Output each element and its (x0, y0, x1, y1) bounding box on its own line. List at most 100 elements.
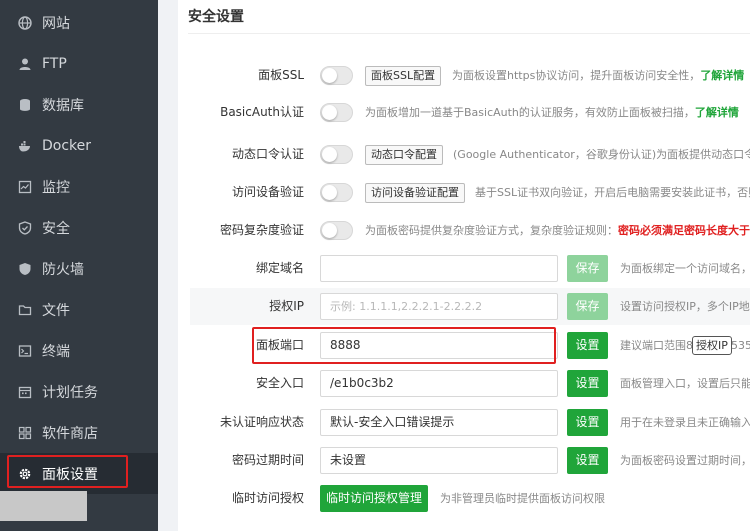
password-complexity-toggle[interactable] (320, 221, 353, 240)
setting-desc: 基于SSL证书双向验证，开启后电脑需要安装此证书，否则 (475, 186, 750, 199)
database-icon (18, 98, 32, 112)
gear-icon (18, 467, 32, 481)
authorized-ip-save-button[interactable]: 保存 (567, 293, 608, 320)
complexity-rule-warning: 密码必须满足密码长度大于8 (618, 224, 750, 237)
panel-port-input[interactable]: 8888 (320, 332, 558, 359)
sidebar-item-ftp[interactable]: FTP (0, 43, 158, 84)
bind-domain-save-button[interactable]: 保存 (567, 255, 608, 282)
sidebar-item-label: 网站 (42, 15, 70, 32)
globe-icon (18, 15, 32, 30)
setting-row-panel-port: 面板端口 8888 设置 建议端口范围8 授权IP 535 (190, 327, 750, 364)
sidebar-item-firewall[interactable]: 防火墙 (0, 248, 158, 289)
sidebar-item-panel-settings[interactable]: 面板设置 (0, 453, 158, 494)
sidebar-item-security[interactable]: 安全 (0, 207, 158, 248)
sidebar-footer-block (0, 491, 87, 521)
setting-label: 安全入口 (255, 376, 304, 390)
device-verify-toggle[interactable] (320, 183, 353, 202)
setting-label: 面板SSL (258, 68, 304, 82)
docker-icon (18, 139, 32, 153)
sidebar-item-label: 防火墙 (42, 261, 84, 278)
shield-icon (18, 220, 32, 235)
sidebar-item-label: 监控 (42, 179, 70, 196)
unauth-response-select[interactable]: 默认-安全入口错误提示 (320, 409, 558, 436)
device-verify-config-button[interactable]: 访问设备验证配置 (365, 183, 465, 203)
setting-row-basicauth: BasicAuth认证 为面板增加一道基于BasicAuth的认证服务，有效防止… (190, 94, 750, 131)
setting-row-ssl: 面板SSL 面板SSL配置 为面板设置https协议访问，提升面板访问安全性，了… (190, 57, 750, 94)
sidebar-item-cron[interactable]: 计划任务 (0, 371, 158, 412)
authorized-ip-input[interactable]: 示例: 1.1.1.1,2.2.2.1-2.2.2.2 (320, 293, 558, 320)
setting-desc: 设置访问授权IP，多个IP地址 (620, 300, 750, 313)
title-divider (188, 33, 750, 34)
setting-desc: (Google Authenticator，谷歌身份认证)为面板提供动态口令 (453, 148, 750, 161)
temp-auth-manage-button[interactable]: 临时访问授权管理 (320, 485, 428, 512)
terminal-icon (18, 344, 32, 358)
setting-row-unauth-response: 未认证响应状态 默认-安全入口错误提示 设置 用于在未登录且未正确输入 (190, 404, 750, 441)
setting-desc: 为面板设置https协议访问，提升面板访问安全性，了解详情 (452, 69, 745, 82)
setting-label: 动态口令认证 (231, 147, 304, 161)
setting-label: 密码过期时间 (231, 453, 304, 467)
setting-label: 绑定域名 (255, 261, 304, 275)
password-expire-input[interactable]: 未设置 (320, 447, 558, 474)
setting-desc: 为面板密码设置过期时间， (620, 454, 750, 467)
setting-desc: 为面板密码提供复杂度验证方式，复杂度验证规则：密码必须满足密码长度大于8 (365, 212, 750, 249)
sidebar-item-label: 数据库 (42, 97, 84, 114)
ssl-config-button[interactable]: 面板SSL配置 (365, 66, 442, 86)
security-entrance-set-button[interactable]: 设置 (567, 370, 608, 397)
setting-row-security-entrance: 安全入口 /e1b0c3b2 设置 面板管理入口，设置后只能 (190, 365, 750, 402)
unauth-response-set-button[interactable]: 设置 (567, 409, 608, 436)
sidebar-item-label: 终端 (42, 343, 70, 360)
setting-desc: 为非管理员临时提供面板访问权限 (440, 492, 605, 505)
sidebar-item-website[interactable]: 网站 (0, 2, 158, 43)
setting-desc: 为面板增加一道基于BasicAuth的认证服务，有效防止面板被扫描，了解详情 (365, 106, 739, 119)
monitor-icon (18, 180, 32, 194)
panel-port-set-button[interactable]: 设置 (567, 332, 608, 359)
setting-row-device-verify: 访问设备验证 访问设备验证配置 基于SSL证书双向验证，开启后电脑需要安装此证书… (190, 174, 750, 211)
sidebar-item-label: Docker (42, 137, 92, 154)
setting-desc: 建议端口范围8 (620, 339, 693, 352)
setting-row-totp: 动态口令认证 动态口令配置 (Google Authenticator，谷歌身份… (190, 136, 750, 173)
folder-icon (18, 303, 32, 317)
bind-domain-input[interactable] (320, 255, 558, 282)
setting-row-temp-auth: 临时访问授权 临时访问授权管理 为非管理员临时提供面板访问权限 (190, 480, 750, 517)
setting-label: 密码复杂度验证 (219, 223, 304, 237)
sidebar: 网站 FTP 数据库 Docker 监控 安全 防火墙 文件 终端 计划任务 软… (0, 0, 158, 531)
totp-config-button[interactable]: 动态口令配置 (365, 145, 443, 165)
user-icon (18, 57, 32, 71)
sidebar-item-label: 软件商店 (42, 425, 98, 442)
grid-icon (18, 426, 32, 440)
calendar-icon (18, 385, 32, 399)
setting-label: 授权IP (269, 299, 304, 313)
sidebar-item-label: 文件 (42, 302, 70, 319)
sidebar-item-docker[interactable]: Docker (0, 125, 158, 166)
page-title: 安全设置 (188, 9, 244, 25)
security-settings-panel: 安全设置 面板SSL 面板SSL配置 为面板设置https协议访问，提升面板访问… (178, 0, 750, 531)
sidebar-item-terminal[interactable]: 终端 (0, 330, 158, 371)
setting-desc-tail: 535 (731, 339, 750, 352)
setting-label: 面板端口 (255, 338, 304, 352)
setting-label: 访问设备验证 (231, 185, 304, 199)
sidebar-item-label: 面板设置 (42, 466, 98, 483)
setting-desc: 为面板绑定一个访问域名， (620, 262, 750, 275)
sidebar-item-files[interactable]: 文件 (0, 289, 158, 330)
setting-row-bind-domain: 绑定域名 保存 为面板绑定一个访问域名， (190, 250, 750, 287)
ssl-toggle[interactable] (320, 66, 353, 85)
totp-toggle[interactable] (320, 145, 353, 164)
setting-row-authorized-ip: 授权IP 示例: 1.1.1.1,2.2.2.1-2.2.2.2 保存 设置访问… (190, 288, 750, 325)
basicauth-toggle[interactable] (320, 103, 353, 122)
sidebar-item-label: FTP (42, 55, 67, 72)
sidebar-item-monitor[interactable]: 监控 (0, 166, 158, 207)
learn-more-link[interactable]: 了解详情 (695, 106, 739, 119)
firewall-icon (18, 262, 32, 276)
sidebar-item-label: 安全 (42, 220, 70, 237)
security-entrance-input[interactable]: /e1b0c3b2 (320, 370, 558, 397)
sidebar-item-label: 计划任务 (42, 384, 98, 401)
learn-more-link[interactable]: 了解详情 (700, 69, 744, 82)
authorized-ip-tooltip: 授权IP (692, 336, 732, 355)
setting-desc: 面板管理入口，设置后只能 (620, 377, 750, 390)
sidebar-item-app-store[interactable]: 软件商店 (0, 412, 158, 453)
setting-row-password-expire: 密码过期时间 未设置 设置 为面板密码设置过期时间， (190, 442, 750, 479)
setting-row-password-complexity: 密码复杂度验证 为面板密码提供复杂度验证方式，复杂度验证规则：密码必须满足密码长… (190, 212, 750, 249)
setting-label: 未认证响应状态 (219, 415, 304, 429)
password-expire-set-button[interactable]: 设置 (567, 447, 608, 474)
sidebar-item-database[interactable]: 数据库 (0, 84, 158, 125)
